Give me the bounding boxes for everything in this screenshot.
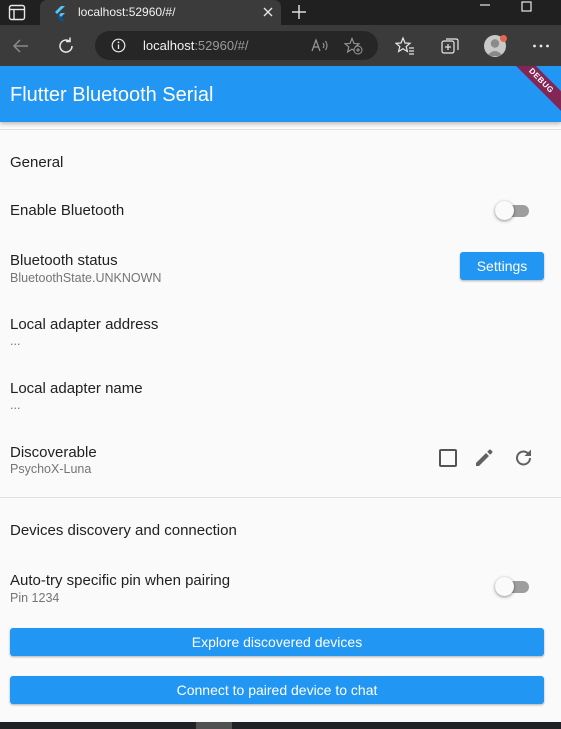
explore-discovered-devices-button[interactable]: Explore discovered devices (10, 628, 544, 656)
add-favorite-icon[interactable] (344, 37, 363, 55)
address-bar[interactable]: localhost:52960/#/ (95, 31, 378, 60)
profile-notification-dot (500, 35, 507, 42)
url-path: :52960/#/ (194, 38, 249, 53)
browser-tab[interactable]: localhost:52960/#/ (40, 0, 281, 25)
back-arrow-icon[interactable] (11, 36, 31, 56)
info-icon[interactable] (111, 38, 126, 53)
tab-title: localhost:52960/#/ (78, 5, 176, 19)
minimize-icon[interactable] (474, 0, 498, 25)
close-icon[interactable] (262, 6, 274, 18)
settings-button[interactable]: Settings (460, 252, 544, 280)
local-name-label: Local adapter name (10, 380, 143, 397)
flutter-icon (55, 6, 65, 21)
browser-toolbar: localhost:52960/#/ (0, 25, 561, 66)
section-title-devices: Devices discovery and connection (10, 522, 237, 539)
local-address-value: ... (10, 334, 21, 348)
bluetooth-status-value: BluetoothState.UNKNOWN (10, 271, 162, 285)
discoverable-label: Discoverable (10, 444, 97, 461)
tab-actions-icon[interactable] (8, 4, 26, 21)
favorites-icon[interactable] (395, 36, 415, 56)
url-text[interactable]: localhost:52960/#/ (143, 38, 249, 53)
auto-pin-label: Auto-try specific pin when pairing (10, 572, 231, 589)
horizontal-scrollbar[interactable] (196, 722, 232, 729)
url-host: localhost (143, 38, 195, 53)
connect-paired-device-button[interactable]: Connect to paired device to chat (10, 676, 544, 704)
section-divider (0, 497, 561, 498)
enable-bluetooth-switch[interactable] (495, 200, 531, 220)
plus-icon[interactable] (290, 3, 308, 21)
local-address-label: Local adapter address (10, 316, 159, 333)
auto-pin-switch[interactable] (495, 576, 531, 596)
enable-bluetooth-label: Enable Bluetooth (10, 202, 125, 219)
switch-thumb (495, 577, 514, 596)
more-icon[interactable] (531, 36, 551, 56)
collections-icon[interactable] (440, 36, 460, 56)
discoverable-value: PsychoX-Luna (10, 462, 92, 476)
auto-pin-value: Pin 1234 (10, 591, 60, 605)
switch-thumb (495, 201, 514, 220)
read-aloud-icon[interactable] (311, 38, 329, 53)
maximize-icon[interactable] (515, 0, 539, 25)
refresh-icon[interactable] (56, 36, 76, 56)
browser-tab-bar: localhost:52960/#/ (0, 0, 561, 25)
app-title: Flutter Bluetooth Serial (10, 84, 214, 106)
bluetooth-status-label: Bluetooth status (10, 252, 118, 269)
refresh-icon[interactable] (513, 447, 535, 469)
flutter-app: Flutter Bluetooth Serial DEBUG General E… (0, 66, 561, 722)
local-name-value: ... (10, 398, 21, 412)
top-divider (0, 129, 561, 130)
checkbox-icon[interactable] (437, 447, 459, 469)
app-bar: Flutter Bluetooth Serial (0, 66, 561, 122)
section-title-general: General (10, 154, 64, 171)
pencil-icon[interactable] (473, 447, 495, 469)
